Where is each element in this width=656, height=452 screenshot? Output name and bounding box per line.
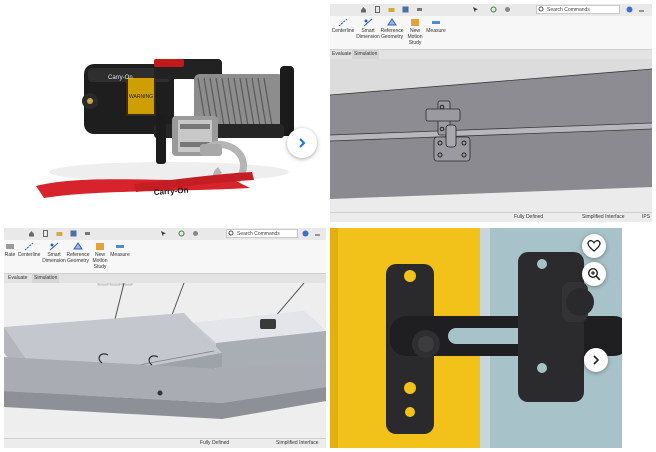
cad-viewport[interactable] bbox=[4, 283, 326, 439]
smart-dimension-icon bbox=[49, 242, 59, 251]
status-defined: Fully Defined bbox=[514, 214, 544, 220]
tab-simulation[interactable]: Simulation bbox=[352, 50, 380, 59]
reference-geometry-tool[interactable]: Reference Geometry bbox=[380, 18, 404, 40]
status-interface: Simplified Interface bbox=[276, 440, 319, 446]
reference-geometry-tool[interactable]: Reference Geometry bbox=[66, 242, 90, 264]
rebuild-icon[interactable] bbox=[490, 6, 497, 13]
options-gear-icon[interactable] bbox=[192, 230, 199, 237]
search-icon bbox=[228, 230, 234, 236]
rate-tool[interactable]: Rate bbox=[4, 242, 16, 258]
smart-dimension-icon bbox=[363, 18, 373, 27]
favorite-button[interactable] bbox=[582, 234, 606, 258]
cad-ribbon: Rate Centerline Smart Dimension Referenc… bbox=[4, 240, 326, 273]
cad-status-bar: Fully Defined Simplified Interface IPS bbox=[330, 212, 652, 222]
measure-tool[interactable]: Measure bbox=[426, 18, 446, 34]
centerline-tool[interactable]: Centerline bbox=[330, 18, 356, 34]
cad-plates-panel: Search Commands Rate Centerline Smart Di… bbox=[4, 228, 326, 448]
rate-icon bbox=[6, 244, 14, 249]
zoom-in-icon bbox=[587, 267, 601, 281]
measure-icon bbox=[432, 21, 440, 24]
help-icon[interactable] bbox=[626, 6, 633, 13]
new-file-icon[interactable] bbox=[42, 230, 49, 237]
rebuild-icon[interactable] bbox=[178, 230, 185, 237]
winch-product-panel[interactable]: WARNING Carry-On Carry-On bbox=[4, 4, 326, 222]
heart-icon bbox=[587, 239, 601, 252]
tab-simulation[interactable]: Simulation bbox=[32, 274, 60, 283]
winch-photo: WARNING Carry-On Carry-On bbox=[36, 59, 294, 198]
status-units[interactable]: IPS bbox=[642, 213, 650, 222]
tab-evaluate[interactable]: Evaluate bbox=[330, 50, 353, 59]
smart-dimension-tool[interactable]: Smart Dimension bbox=[356, 18, 380, 40]
new-motion-study-tool[interactable]: New Motion Study bbox=[404, 18, 426, 46]
select-arrow-icon[interactable] bbox=[160, 230, 167, 237]
motion-study-icon bbox=[96, 243, 104, 250]
search-commands-input[interactable]: Search Commands bbox=[226, 229, 298, 238]
strap-brand-text: Carry-On bbox=[154, 186, 189, 197]
save-icon[interactable] bbox=[70, 230, 77, 237]
minimize-icon[interactable] bbox=[314, 230, 321, 237]
status-defined: Fully Defined bbox=[200, 440, 230, 446]
options-gear-icon[interactable] bbox=[504, 6, 511, 13]
cad-ribbon: Centerline Smart Dimension Reference Geo… bbox=[330, 16, 652, 49]
svg-text:WARNING: WARNING bbox=[129, 94, 153, 100]
new-file-icon[interactable] bbox=[374, 6, 381, 13]
latch-photo bbox=[330, 228, 652, 448]
open-folder-icon[interactable] bbox=[56, 230, 63, 237]
next-image-button[interactable] bbox=[287, 128, 317, 158]
help-icon[interactable] bbox=[302, 230, 309, 237]
home-icon[interactable] bbox=[360, 6, 367, 13]
measure-icon bbox=[116, 245, 124, 248]
cad-status-bar: Fully Defined Simplified Interface bbox=[4, 438, 326, 448]
minimize-icon[interactable] bbox=[638, 6, 645, 13]
centerline-tool[interactable]: Centerline bbox=[16, 242, 42, 258]
winch-brand-text: Carry-On bbox=[108, 75, 133, 81]
status-interface: Simplified Interface bbox=[582, 214, 625, 220]
open-folder-icon[interactable] bbox=[388, 6, 395, 13]
next-image-button[interactable] bbox=[584, 348, 608, 372]
smart-dimension-tool[interactable]: Smart Dimension bbox=[42, 242, 66, 264]
tab-evaluate[interactable]: Evaluate bbox=[6, 274, 29, 283]
measure-tool[interactable]: Measure bbox=[110, 242, 130, 258]
reference-geometry-icon bbox=[387, 18, 397, 26]
centerline-icon bbox=[24, 242, 34, 251]
new-motion-study-tool[interactable]: New Motion Study bbox=[90, 242, 110, 270]
reference-geometry-icon bbox=[73, 242, 83, 250]
cad-viewport[interactable] bbox=[330, 59, 652, 213]
chevron-right-icon bbox=[299, 138, 306, 148]
centerline-icon bbox=[338, 18, 348, 27]
latch-product-panel[interactable] bbox=[330, 228, 652, 448]
select-arrow-icon[interactable] bbox=[472, 6, 479, 13]
search-icon bbox=[538, 6, 544, 12]
cad-latch-box-panel: Search Commands Centerline Smart Dimensi… bbox=[330, 4, 652, 222]
print-icon[interactable] bbox=[416, 6, 423, 13]
zoom-button[interactable] bbox=[582, 262, 606, 286]
save-icon[interactable] bbox=[402, 6, 409, 13]
home-icon[interactable] bbox=[28, 230, 35, 237]
search-commands-input[interactable]: Search Commands bbox=[536, 5, 620, 14]
motion-study-icon bbox=[411, 19, 419, 26]
chevron-right-icon bbox=[593, 355, 600, 365]
heads-up-view-toolbar bbox=[97, 283, 133, 286]
print-icon[interactable] bbox=[84, 230, 91, 237]
